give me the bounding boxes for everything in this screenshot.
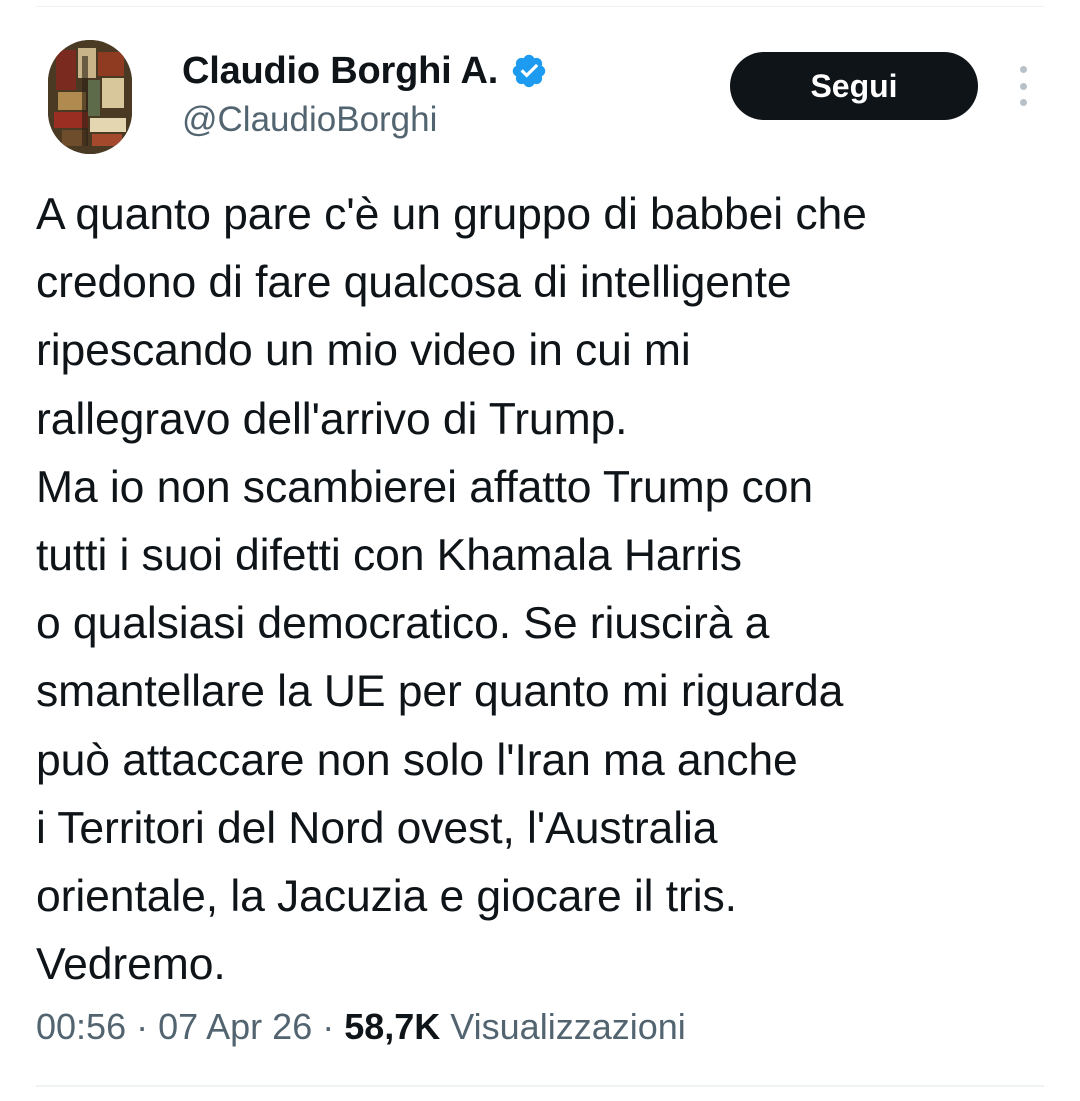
tweet-text-line: Ma io non scambierei affatto Trump con — [36, 462, 813, 512]
tweet-header: Claudio Borghi A. @ClaudioBorghi Segui — [48, 38, 1048, 158]
more-dot — [1019, 99, 1027, 106]
avatar[interactable] — [48, 40, 132, 154]
follow-button[interactable]: Segui — [730, 52, 978, 120]
more-dot — [1019, 66, 1027, 73]
tweet-text-line: orientale, la Jacuzia e giocare il tris. — [36, 871, 737, 921]
tweet-text-line: tutti i suoi difetti con Khamala Harris — [36, 530, 742, 580]
avatar-image — [48, 40, 132, 154]
more-vertical-icon[interactable] — [1008, 66, 1038, 106]
meta-separator: · — [312, 1006, 345, 1047]
views-label[interactable]: Visualizzazioni — [440, 1006, 685, 1047]
tweet-time[interactable]: 00:56 — [36, 1006, 126, 1047]
top-divider — [36, 6, 1044, 7]
display-name-row: Claudio Borghi A. — [182, 48, 548, 94]
more-dot — [1019, 82, 1027, 90]
verified-badge-icon[interactable] — [510, 52, 548, 90]
tweet-text-line: può attaccare non solo l'Iran ma anche — [36, 735, 798, 785]
tweet-text-line: o qualsiasi democratico. Se riuscirà a — [36, 599, 770, 649]
tweet-text-line: Vedremo. — [36, 940, 226, 990]
tweet-text-line: i Territori del Nord ovest, l'Australia — [36, 803, 718, 853]
views-count[interactable]: 58,7K — [344, 1006, 440, 1047]
tweet-text-line: rallegravo dell'arrivo di Trump. — [36, 394, 628, 444]
tweet-text: A quanto pare c'è un gruppo di babbei ch… — [36, 181, 1046, 999]
author-handle[interactable]: @ClaudioBorghi — [182, 100, 548, 140]
bottom-divider — [36, 1085, 1044, 1087]
author-display-name[interactable]: Claudio Borghi A. — [182, 50, 498, 93]
meta-separator: · — [126, 1006, 159, 1047]
author-block: Claudio Borghi A. @ClaudioBorghi — [182, 48, 548, 140]
tweet-date[interactable]: 07 Apr 26 — [158, 1006, 312, 1047]
tweet-text-line: ripescando un mio video in cui mi — [36, 326, 691, 376]
tweet-text-line: credono di fare qualcosa di intelligente — [36, 258, 792, 308]
tweet-meta: 00:56 · 07 Apr 26 · 58,7K Visualizzazion… — [36, 1000, 686, 1054]
tweet-text-line: smantellare la UE per quanto mi riguarda — [36, 667, 844, 717]
tweet-text-line: A quanto pare c'è un gruppo di babbei ch… — [36, 190, 867, 239]
